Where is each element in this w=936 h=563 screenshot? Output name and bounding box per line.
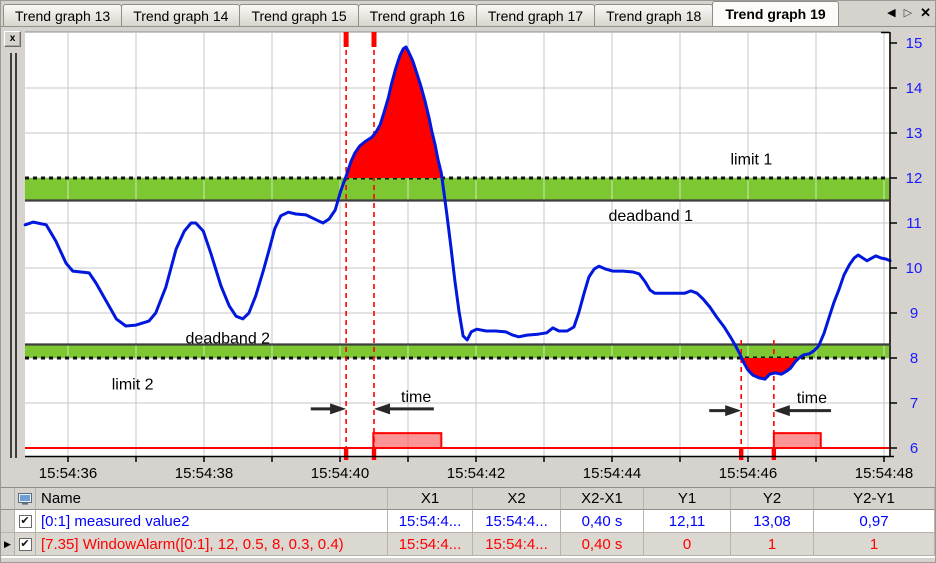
value-y2-y1: 1: [814, 533, 935, 556]
chart-annotation: time: [797, 390, 827, 407]
col-header-x2-x1: X2-X1: [561, 488, 644, 510]
chart-annotation: limit 1: [731, 152, 773, 169]
y-axis-label: 7: [910, 395, 918, 412]
row-indicator-cell: [1, 510, 15, 533]
x-axis-label: 15:54:42: [447, 465, 505, 482]
tab-label: Trend graph 18: [606, 7, 702, 24]
tab-label: Trend graph 13: [15, 7, 111, 24]
y-axis-label: 11: [906, 215, 922, 232]
tab-trend-graph-18[interactable]: Trend graph 18: [594, 4, 714, 26]
deadband-strip: [25, 178, 889, 201]
chart-annotation: deadband 2: [186, 331, 271, 348]
y-axis-label: 9: [910, 305, 918, 322]
value-x2-x1: 0,40 s: [561, 510, 644, 533]
chart-annotation: time: [401, 389, 431, 406]
cursor-bottom-handle[interactable]: [739, 449, 744, 460]
variable-name: [7.35] WindowAlarm([0:1], 12, 0.5, 8, 0.…: [36, 533, 388, 556]
row-selected-marker: ▶: [1, 533, 15, 556]
table-header-row: Name X1 X2 X2-X1 Y1 Y2 Y2-Y1: [1, 488, 935, 510]
cursor-top-handle[interactable]: [371, 32, 377, 47]
y-axis-label: 15: [906, 35, 923, 52]
chart-annotation: limit 2: [112, 377, 154, 394]
value-x2-x1: 0,40 s: [561, 533, 644, 556]
value-x2: 15:54:4...: [473, 533, 561, 556]
trend-chart[interactable]: limit 1 deadband 1 deadband 2 limit 2 time ti…: [1, 27, 936, 487]
tab-trend-graph-15[interactable]: Trend graph 15: [239, 4, 359, 26]
tab-trend-graph-19[interactable]: Trend graph 19: [712, 1, 839, 26]
tab-label: Trend graph 17: [487, 7, 584, 24]
trend-tool-window: Trend graph 13 Trend graph 14 Trend grap…: [0, 0, 936, 563]
chart-pane: x limit 1 deadband 1 deadband 2 limit 2 time…: [1, 27, 935, 487]
value-x2: 15:54:4...: [473, 510, 561, 533]
x-axis-label: 15:54:48: [855, 465, 913, 482]
close-tab-button[interactable]: ✕: [920, 6, 931, 20]
variable-table: Name X1 X2 X2-X1 Y1 Y2 Y2-Y1 ✔ [0:1] mea…: [1, 487, 935, 557]
x-axis-label: 15:54:46: [719, 465, 777, 482]
col-header-y1: Y1: [644, 488, 731, 510]
value-y2: 1: [731, 533, 814, 556]
bottom-strip: [1, 557, 935, 562]
tab-scroll-controls: ◀ ▷ ✕: [887, 6, 931, 20]
table-row[interactable]: ▶ ✔ [7.35] WindowAlarm([0:1], 12, 0.5, 8…: [1, 533, 935, 556]
vertical-splitter[interactable]: [10, 53, 17, 458]
y-axis-label: 14: [906, 80, 923, 97]
cursor-bottom-handle[interactable]: [371, 449, 377, 460]
y-axis-label: 13: [906, 125, 923, 142]
value-x1: 15:54:4...: [388, 533, 473, 556]
visibility-cell: ✔: [15, 533, 36, 556]
visibility-cell: ✔: [15, 510, 36, 533]
cursor-top-handle[interactable]: [343, 32, 349, 47]
col-header-y2: Y2: [731, 488, 814, 510]
x-axis-label: 15:54:36: [39, 465, 97, 482]
tab-label: Trend graph 16: [369, 7, 465, 24]
display-icon: [18, 492, 32, 505]
header-visible-cell: [15, 488, 36, 510]
value-y1: 12,11: [644, 510, 731, 533]
tab-trend-graph-16[interactable]: Trend graph 16: [357, 4, 477, 26]
col-header-x1: X1: [388, 488, 473, 510]
table-row[interactable]: ✔ [0:1] measured value2 15:54:4... 15:54…: [1, 510, 935, 533]
x-axis-label: 15:54:38: [175, 465, 233, 482]
variable-name: [0:1] measured value2: [36, 510, 388, 533]
cursor-bottom-handle[interactable]: [343, 449, 349, 460]
tab-label: Trend graph 14: [133, 7, 229, 24]
col-header-y2-y1: Y2-Y1: [814, 488, 935, 510]
col-header-x2: X2: [473, 488, 561, 510]
y-axis-label: 10: [906, 260, 923, 277]
visibility-checkbox[interactable]: ✔: [18, 514, 32, 528]
tab-bar: Trend graph 13 Trend graph 14 Trend grap…: [1, 1, 935, 27]
chart-annotation: deadband 1: [608, 208, 693, 225]
x-axis-label: 15:54:40: [311, 465, 369, 482]
tab-trend-graph-13[interactable]: Trend graph 13: [3, 4, 123, 26]
y-axis-label: 12: [906, 170, 923, 187]
plot-background: [25, 32, 889, 456]
y-axis-label: 8: [910, 350, 918, 367]
col-header-name: Name: [36, 488, 388, 510]
tab-label: Trend graph 19: [725, 6, 826, 22]
deadband-strip: [25, 344, 889, 358]
scroll-tabs-left-button[interactable]: ◀: [887, 6, 895, 20]
tab-label: Trend graph 15: [251, 7, 347, 24]
value-x1: 15:54:4...: [388, 510, 473, 533]
scroll-tabs-right-button[interactable]: ▷: [904, 6, 912, 20]
header-indicator-cell: [1, 488, 15, 510]
visibility-checkbox[interactable]: ✔: [18, 537, 32, 551]
alarm-pulse: [372, 432, 443, 449]
y-axis-label: 6: [910, 440, 918, 457]
x-axis-label: 15:54:44: [583, 465, 641, 482]
pane-close-button[interactable]: x: [4, 31, 21, 47]
cursor-bottom-handle[interactable]: [771, 449, 777, 460]
value-y2: 13,08: [731, 510, 814, 533]
value-y1: 0: [644, 533, 731, 556]
tab-trend-graph-17[interactable]: Trend graph 17: [475, 4, 596, 26]
tab-trend-graph-14[interactable]: Trend graph 14: [121, 4, 241, 26]
alarm-pulse: [772, 432, 822, 449]
value-y2-y1: 0,97: [814, 510, 935, 533]
